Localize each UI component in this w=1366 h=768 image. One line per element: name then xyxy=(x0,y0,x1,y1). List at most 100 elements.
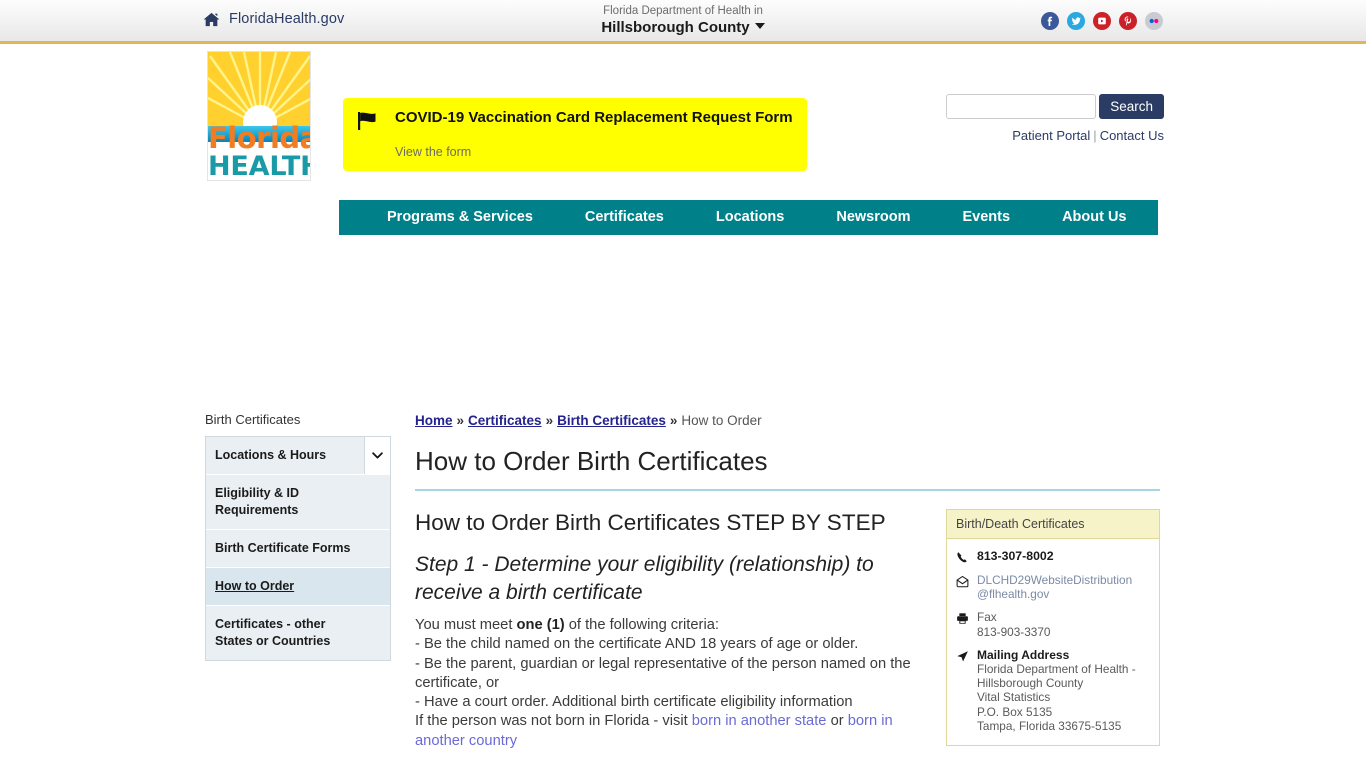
patient-portal-link[interactable]: Patient Portal xyxy=(1012,128,1090,143)
step-1-bullet: - Have a court order. Additional birth c… xyxy=(415,694,853,711)
contact-address-row: Mailing Address Florida Department of He… xyxy=(956,648,1150,733)
contact-address-line: Hillsborough County xyxy=(977,676,1084,691)
covid-alert-banner: COVID-19 Vaccination Card Replacement Re… xyxy=(343,98,807,171)
step-1-bullet: - Be the parent, guardian or legal repre… xyxy=(415,655,911,691)
floridahealth-home-label: FloridaHealth.gov xyxy=(229,11,345,27)
alert-title: COVID-19 Vaccination Card Replacement Re… xyxy=(395,109,793,126)
sidebar-title: Birth Certificates xyxy=(205,412,301,427)
sidebar-item-label: Locations & Hours xyxy=(215,448,327,462)
nav-item-programs-services[interactable]: Programs & Services xyxy=(361,200,559,235)
alert-view-form-link[interactable]: View the form xyxy=(395,145,793,159)
sunburst-graphic xyxy=(208,52,310,126)
contact-email-line1: DLCHD29WebsiteDistribution xyxy=(977,573,1133,587)
sidebar-item-label: Birth Certificate Forms xyxy=(215,541,351,555)
sidebar-item-certificates-other-states-or-countries[interactable]: Certificates - other States or Countries xyxy=(206,606,390,660)
sidebar-item-label: How to Order xyxy=(215,579,295,593)
social-links xyxy=(1041,12,1163,30)
article-body: How to Order Birth Certificates STEP BY … xyxy=(415,509,925,768)
twitter-icon[interactable] xyxy=(1067,12,1085,30)
contact-address: Mailing Address Florida Department of He… xyxy=(977,648,1136,733)
step-1-intro-before: You must meet xyxy=(415,617,517,633)
page-title: How to Order Birth Certificates xyxy=(415,446,1160,491)
logo-florida-word: Florida xyxy=(208,121,311,155)
search-input[interactable] xyxy=(946,94,1097,119)
sidebar-item-locations-hours[interactable]: Locations & Hours xyxy=(206,437,390,475)
breadcrumb-link-birth-certificates[interactable]: Birth Certificates xyxy=(557,413,666,428)
breadcrumb-separator: » xyxy=(669,413,678,428)
contact-fax-row: Fax 813-903-3370 xyxy=(956,610,1150,639)
breadcrumb-separator: » xyxy=(545,413,554,428)
step-1-note-before: If the person was not born in Florida - … xyxy=(415,713,692,730)
breadcrumb-link-certificates[interactable]: Certificates xyxy=(468,413,542,428)
sidebar-item-label: Eligibility & ID Requirements xyxy=(215,486,300,517)
flickr-icon[interactable] xyxy=(1145,12,1163,30)
contact-email-row: DLCHD29WebsiteDistribution @flhealth.gov xyxy=(956,573,1150,601)
breadcrumb-separator: » xyxy=(456,413,465,428)
contact-email[interactable]: DLCHD29WebsiteDistribution @flhealth.gov xyxy=(977,573,1132,601)
utility-bar: FloridaHealth.gov Florida Department of … xyxy=(0,0,1366,44)
sidebar-nav-list: Locations & Hours Eligibility & ID Requi… xyxy=(205,436,391,661)
quick-links: Patient Portal | Contact Us xyxy=(944,128,1164,143)
nav-item-locations[interactable]: Locations xyxy=(690,200,810,235)
section-heading: How to Order Birth Certificates STEP BY … xyxy=(415,510,886,535)
contact-card: Birth/Death Certificates 813-307-8002 DL… xyxy=(946,509,1160,747)
nav-item-newsroom[interactable]: Newsroom xyxy=(810,200,936,235)
main-column: Home» Certificates» Birth Certificates» How… xyxy=(415,412,1160,768)
nav-item-certificates[interactable]: Certificates xyxy=(559,200,690,235)
sidebar-item-label: Certificates - other States or Countries xyxy=(215,617,331,648)
site-header: Florida HEALTH Hillsborough County COVID… xyxy=(0,44,1366,235)
chevron-down-icon xyxy=(754,23,765,29)
florida-health-logo[interactable]: Florida HEALTH Hillsborough County xyxy=(207,51,311,181)
home-icon xyxy=(203,12,220,27)
step-1-heading: Step 1 - Determine your eligibility (rel… xyxy=(415,553,874,604)
link-born-in-another-state[interactable]: born in another state xyxy=(692,713,827,729)
contact-address-label: Mailing Address xyxy=(977,647,1070,662)
county-selector[interactable]: Hillsborough County xyxy=(601,19,765,37)
county-label: Hillsborough County xyxy=(601,19,750,36)
facebook-icon[interactable] xyxy=(1041,12,1059,30)
logo-health-word: HEALTH xyxy=(208,151,310,181)
logo-wordmark: Florida HEALTH Hillsborough County xyxy=(208,124,310,181)
contact-card-header: Birth/Death Certificates xyxy=(947,510,1159,539)
location-arrow-icon xyxy=(956,648,970,733)
contact-fax: Fax 813-903-3370 xyxy=(977,610,1050,638)
sidebar-expand-toggle[interactable] xyxy=(364,437,390,474)
envelope-icon xyxy=(956,573,970,601)
contact-phone-row: 813-307-8002 xyxy=(956,549,1150,564)
sidebar-item-birth-certificate-forms[interactable]: Birth Certificate Forms xyxy=(206,530,390,568)
nav-item-about-us[interactable]: About Us xyxy=(1036,200,1152,235)
sidebar-item-eligibility-id-requirements[interactable]: Eligibility & ID Requirements xyxy=(206,475,390,530)
pinterest-icon[interactable] xyxy=(1119,12,1137,30)
step-1-bullet: - Be the child named on the certificate … xyxy=(415,636,859,653)
search-button[interactable]: Search xyxy=(1099,94,1164,119)
search-area: Search Patient Portal | Contact Us xyxy=(944,94,1164,143)
contact-phone[interactable]: 813-307-8002 xyxy=(977,549,1054,564)
youtube-icon[interactable] xyxy=(1093,12,1111,30)
sidebar-item-how-to-order[interactable]: How to Order xyxy=(206,568,390,606)
chevron-down-icon xyxy=(372,452,383,459)
contact-fax-label: Fax xyxy=(977,610,997,625)
flag-icon xyxy=(357,111,381,136)
breadcrumb: Home» Certificates» Birth Certificates» How… xyxy=(415,412,1160,430)
breadcrumb-current: How to Order xyxy=(681,413,762,428)
contact-address-line: Florida Department of Health - xyxy=(977,662,1136,677)
phone-icon xyxy=(956,549,970,564)
section-sidebar: Birth Certificates Locations & Hours Eli… xyxy=(205,412,391,661)
breadcrumb-link-home[interactable]: Home xyxy=(415,413,453,428)
step-1-intro-after: of the following criteria: xyxy=(564,617,719,633)
contact-us-link[interactable]: Contact Us xyxy=(1100,128,1164,143)
quick-links-separator: | xyxy=(1093,128,1097,143)
floridahealth-home-link[interactable]: FloridaHealth.gov xyxy=(203,11,344,27)
main-navigation: Programs & Services Certificates Locatio… xyxy=(339,200,1158,235)
contact-fax-number: 813-903-3370 xyxy=(977,624,1051,639)
contact-address-line: Vital Statistics xyxy=(977,690,1051,705)
nav-item-events[interactable]: Events xyxy=(937,200,1037,235)
step-1-body: You must meet one (1) of the following c… xyxy=(415,616,925,751)
contact-address-line: P.O. Box 5135 xyxy=(977,704,1053,719)
printer-icon xyxy=(956,610,970,638)
contact-address-line: Tampa, Florida 33675-5135 xyxy=(977,718,1122,733)
contact-email-line2: @flhealth.gov xyxy=(977,587,1050,602)
step-1-note-middle: or xyxy=(826,713,848,730)
step-1-intro-bold: one (1) xyxy=(516,617,565,633)
aside-column: Birth/Death Certificates 813-307-8002 DL… xyxy=(946,509,1160,768)
